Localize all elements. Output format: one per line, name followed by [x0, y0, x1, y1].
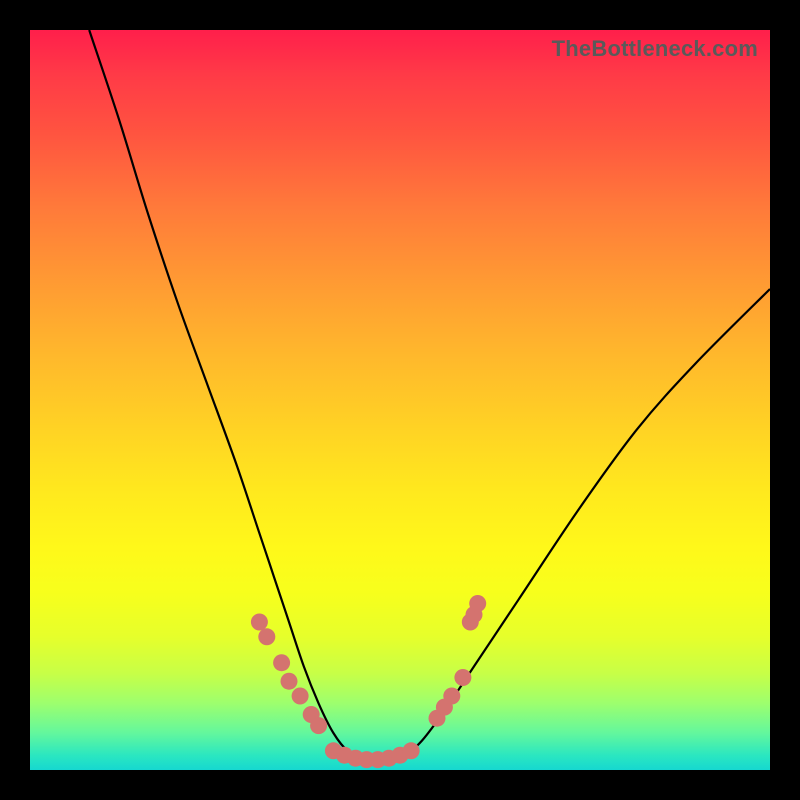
chart-frame: TheBottleneck.com [0, 0, 800, 800]
marker-dot [469, 595, 486, 612]
marker-dot [403, 742, 420, 759]
marker-dot [454, 669, 471, 686]
bottleneck-curve [89, 30, 770, 760]
marker-dot [273, 654, 290, 671]
marker-group [251, 595, 486, 768]
marker-dot [258, 628, 275, 645]
marker-dot [443, 688, 460, 705]
marker-dot [251, 614, 268, 631]
plot-area: TheBottleneck.com [30, 30, 770, 770]
chart-svg [30, 30, 770, 770]
marker-dot [292, 688, 309, 705]
marker-dot [310, 717, 327, 734]
marker-dot [281, 673, 298, 690]
